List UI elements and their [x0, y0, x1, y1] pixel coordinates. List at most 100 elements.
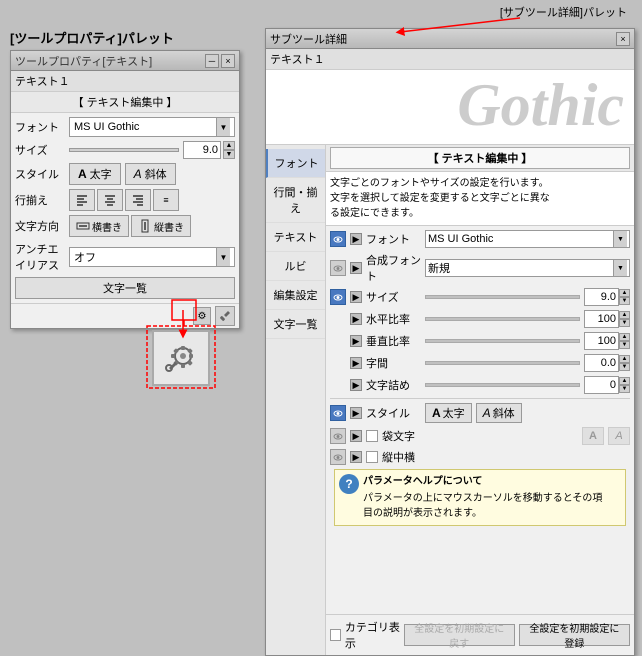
- align-row: 行揃え ≡: [15, 189, 235, 211]
- align-left-button[interactable]: [69, 189, 95, 211]
- nav-linespace[interactable]: 行間・揃え: [266, 178, 325, 223]
- vertical-button[interactable]: 縦書き: [131, 215, 191, 237]
- align-justify-button[interactable]: ≡: [153, 189, 179, 211]
- wrench-small-button[interactable]: [215, 306, 235, 326]
- help-title: パラメータヘルプについて: [363, 474, 602, 489]
- sub-panel-content-area: 【 テキスト編集中 】 文字ごとのフォントやサイズの設定を行います。 文字を選択…: [326, 145, 634, 655]
- vcenter-checkbox[interactable]: [366, 451, 378, 463]
- sub-bold-icon: A: [432, 406, 441, 420]
- minimize-button[interactable]: ─: [205, 54, 219, 68]
- antialias-arrow: ▼: [216, 248, 230, 266]
- bold-button[interactable]: A 太字: [69, 163, 121, 185]
- outline-eye-button[interactable]: [330, 428, 346, 444]
- size-down-button[interactable]: ▼: [223, 150, 235, 159]
- antialias-select[interactable]: オフ ▼: [69, 247, 235, 267]
- size-expand-button[interactable]: ▶: [350, 291, 362, 303]
- composite-eye-button[interactable]: [330, 260, 346, 276]
- outline-btn-a1[interactable]: A: [582, 427, 604, 445]
- sub-bold-button[interactable]: A 太字: [425, 403, 472, 423]
- size-eye-button[interactable]: [330, 289, 346, 305]
- outline-btn-a2[interactable]: A: [608, 427, 630, 445]
- charspace-up-btn[interactable]: ▲: [619, 355, 630, 363]
- vscale-expand-button[interactable]: ▶: [350, 335, 362, 347]
- hscale-up-btn[interactable]: ▲: [619, 311, 630, 319]
- charspace-expand-button[interactable]: ▶: [350, 357, 362, 369]
- detail-composite-select[interactable]: 新規 ▼: [425, 259, 630, 277]
- italic-button[interactable]: A 斜体: [125, 163, 176, 185]
- align-center-button[interactable]: [97, 189, 123, 211]
- reset-button[interactable]: 全設定を初期設定に戻す: [404, 624, 515, 646]
- nav-text[interactable]: テキスト: [266, 223, 325, 252]
- font-select[interactable]: MS UI Gothic ▼: [69, 117, 235, 137]
- direction-row: 文字方向 横書き 縦書き: [15, 215, 235, 237]
- size-row: サイズ ▲ ▼: [15, 141, 235, 159]
- vscale-up-btn[interactable]: ▲: [619, 333, 630, 341]
- detail-outline-row: ▶ 袋文字 A A: [330, 427, 630, 445]
- sub-nav: フォント 行間・揃え テキスト ルビ 編集設定 文字一覧: [266, 145, 326, 655]
- detail-size-label: サイズ: [366, 289, 421, 305]
- font-expand-button[interactable]: ▶: [350, 233, 362, 245]
- detail-font-select[interactable]: MS UI Gothic ▼: [425, 230, 630, 248]
- sub-style-buttons: A 太字 A 斜体: [425, 403, 522, 423]
- vertical-icon: [138, 219, 152, 233]
- charsqueeze-down-btn[interactable]: ▼: [619, 385, 630, 393]
- detail-vscale-spinner: 100 ▲ ▼: [584, 332, 630, 350]
- size-up-button[interactable]: ▲: [223, 141, 235, 150]
- font-row: フォント MS UI Gothic ▼: [15, 117, 235, 137]
- vcenter-eye-button[interactable]: [330, 449, 346, 465]
- size-spinner-buttons: ▲ ▼: [223, 141, 235, 159]
- wrench-gear-icon: [161, 338, 201, 378]
- size-spinner: ▲ ▼: [183, 141, 235, 159]
- style-eye-button[interactable]: [330, 405, 346, 421]
- sub-panel-titlebar: サブツール詳細 ×: [266, 29, 634, 49]
- close-button[interactable]: ×: [221, 54, 235, 68]
- nav-font[interactable]: フォント: [266, 149, 325, 178]
- outline-expand-button[interactable]: ▶: [350, 430, 362, 442]
- detail-charsqueeze-slider[interactable]: [425, 383, 580, 387]
- detail-vscale-label: 垂直比率: [366, 333, 421, 349]
- detail-charspace-slider[interactable]: [425, 361, 580, 365]
- char-list-button[interactable]: 文字一覧: [15, 277, 235, 299]
- detail-vcenter-label: 縦中横: [382, 449, 630, 465]
- detail-size-spinner: 9.0 ▲ ▼: [584, 288, 630, 306]
- vcenter-expand-button[interactable]: ▶: [350, 451, 362, 463]
- charspace-down-btn[interactable]: ▼: [619, 363, 630, 371]
- nav-edit-settings[interactable]: 編集設定: [266, 281, 325, 310]
- size-up-btn[interactable]: ▲: [619, 289, 630, 297]
- detail-hscale-spinner: 100 ▲ ▼: [584, 310, 630, 328]
- horizontal-button[interactable]: 横書き: [69, 215, 129, 237]
- detail-charsqueeze-row: ▶ 文字詰め 0 ▲ ▼: [330, 376, 630, 394]
- size-down-btn[interactable]: ▼: [619, 297, 630, 305]
- detail-charsqueeze-value: 0: [584, 376, 619, 394]
- detail-hscale-slider[interactable]: [425, 317, 580, 321]
- register-button[interactable]: 全設定を初期設定に登録: [519, 624, 630, 646]
- outline-checkbox[interactable]: [366, 430, 378, 442]
- style-expand-button[interactable]: ▶: [350, 407, 362, 419]
- help-icon: ?: [339, 474, 359, 494]
- detail-charspace-row: ▶ 字間 0.0 ▲ ▼: [330, 354, 630, 372]
- detail-size-slider[interactable]: [425, 295, 580, 299]
- composite-expand-button[interactable]: ▶: [350, 262, 362, 274]
- panel-titlebar: ツールプロパティ[テキスト] ─ ×: [11, 51, 239, 71]
- font-eye-button[interactable]: [330, 231, 346, 247]
- sub-panel-title: サブツール詳細: [270, 31, 347, 47]
- sub-italic-button[interactable]: A 斜体: [476, 403, 522, 423]
- sub-close-button[interactable]: ×: [616, 32, 630, 46]
- detail-charspace-spinner: 0.0 ▲ ▼: [584, 354, 630, 372]
- detail-font-label: フォント: [366, 231, 421, 247]
- settings-icon-small[interactable]: ⚙: [193, 307, 211, 325]
- category-checkbox[interactable]: [330, 629, 341, 641]
- nav-char-list[interactable]: 文字一覧: [266, 310, 325, 339]
- detail-font-arrow: ▼: [613, 231, 627, 247]
- nav-ruby[interactable]: ルビ: [266, 252, 325, 281]
- direction-label: 文字方向: [15, 218, 65, 234]
- charsqueeze-up-btn[interactable]: ▲: [619, 377, 630, 385]
- hscale-down-btn[interactable]: ▼: [619, 319, 630, 327]
- detail-vscale-slider[interactable]: [425, 339, 580, 343]
- size-input[interactable]: [183, 141, 221, 159]
- charsqueeze-expand-button[interactable]: ▶: [350, 379, 362, 391]
- size-slider[interactable]: [69, 148, 179, 152]
- align-right-button[interactable]: [125, 189, 151, 211]
- vscale-down-btn[interactable]: ▼: [619, 341, 630, 349]
- hscale-expand-button[interactable]: ▶: [350, 313, 362, 325]
